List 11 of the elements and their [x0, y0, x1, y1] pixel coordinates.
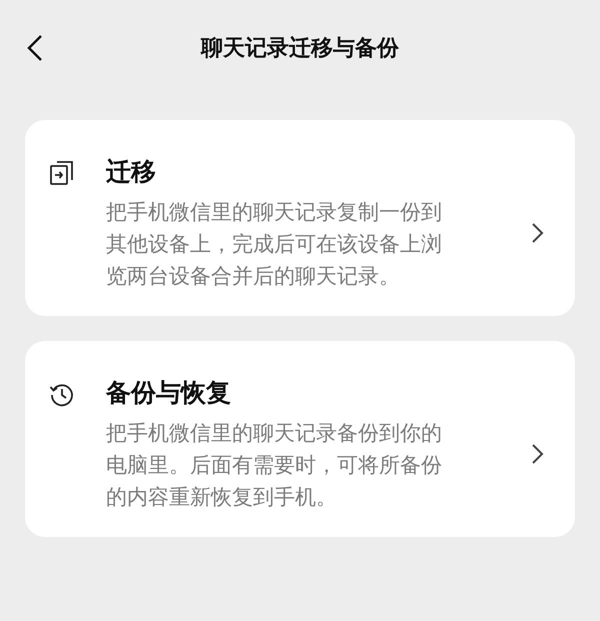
option-description: 把手机微信里的聊天记录复制一份到其他设备上，完成后可在该设备上浏览两台设备合并后的聊天记录。 [106, 199, 443, 290]
back-icon [27, 34, 43, 62]
option-card[interactable]: 备份与恢复 把手机微信里的聊天记录备份到你的电脑里。后面有需要时，可将所备份的内容重新恢复到手机。 [25, 341, 575, 537]
option-card[interactable]: 迁移 把手机微信里的聊天记录复制一份到其他设备上，完成后可在该设备上浏览两台设备合并后的聊天记录。 [25, 120, 575, 316]
option-title: 备份与恢复 [106, 377, 232, 409]
option-title: 迁移 [106, 156, 157, 188]
chevron-icon [531, 442, 545, 465]
chevron-icon [531, 222, 545, 244]
option-description: 把手机微信里的聊天记录备份到你的电脑里。后面有需要时，可将所备份的内容重新恢复到手机。 [106, 420, 443, 511]
transfer-icon [49, 160, 75, 186]
page-title: 聊天记录迁移与备份 [201, 35, 399, 63]
